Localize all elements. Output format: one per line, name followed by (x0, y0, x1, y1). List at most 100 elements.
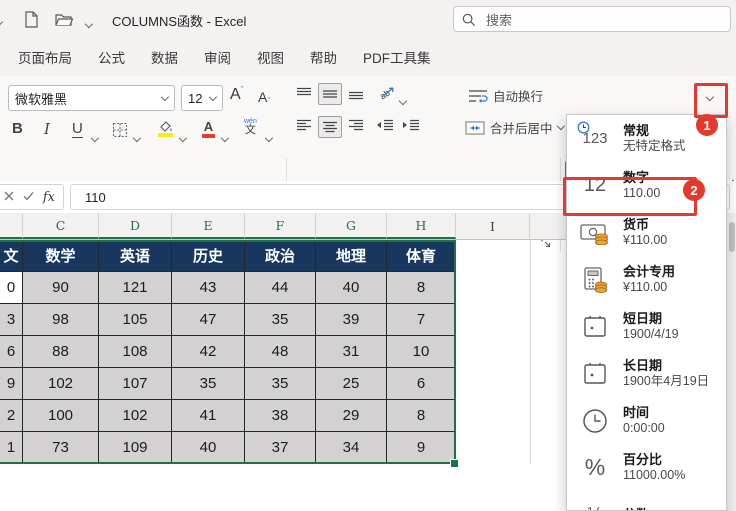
table-cell[interactable]: 35 (245, 304, 316, 336)
borders-dropdown-icon[interactable] (132, 128, 141, 146)
scrollbar-thumb[interactable] (728, 222, 735, 252)
table-cell[interactable]: 107 (99, 368, 172, 400)
table-cell[interactable]: 48 (245, 336, 316, 368)
column-header-D[interactable]: D (99, 213, 172, 239)
table-header-cell[interactable]: 地理 (316, 240, 387, 272)
table-cell[interactable]: 108 (99, 336, 172, 368)
tab-0[interactable]: 页面布局 (18, 47, 72, 67)
increase-indent-button[interactable] (402, 119, 420, 132)
increase-font-size-button[interactable]: Aˆ (230, 85, 244, 104)
phonetic-guide-button[interactable]: wén 文 (244, 118, 257, 136)
table-cell[interactable]: 102 (99, 400, 172, 432)
align-left-button[interactable] (296, 119, 312, 132)
table-cell[interactable]: 102 (23, 368, 99, 400)
align-center-button[interactable] (318, 116, 342, 138)
table-cell[interactable]: 38 (245, 400, 316, 432)
table-cell[interactable]: 8 (387, 400, 456, 432)
number-format-dropdown-icon[interactable] (700, 88, 720, 108)
font-color-button[interactable]: A (202, 120, 215, 138)
insert-function-icon[interactable]: fx (43, 190, 55, 205)
column-header-H[interactable]: H (387, 213, 456, 239)
table-cell[interactable]: 98 (23, 304, 99, 336)
table-cell[interactable]: 47 (172, 304, 245, 336)
table-cell[interactable]: 109 (99, 432, 172, 464)
font-name-combo[interactable]: 微软雅黑 (8, 85, 175, 111)
active-cell[interactable]: 0 (0, 272, 23, 304)
search-input[interactable]: 搜索 (453, 6, 731, 32)
table-cell[interactable]: 9 (0, 368, 23, 400)
font-color-dropdown-icon[interactable] (220, 128, 229, 146)
table-header-cell[interactable]: 文 (0, 240, 23, 272)
format-menu-item-3[interactable]: 会计专用 ¥110.00 (567, 256, 726, 303)
table-header-cell[interactable]: 英语 (99, 240, 172, 272)
underline-dropdown-icon[interactable] (90, 128, 99, 146)
new-file-icon[interactable] (22, 10, 40, 28)
underline-button[interactable]: U (72, 120, 83, 138)
table-cell[interactable]: 31 (316, 336, 387, 368)
format-menu-item-4[interactable]: 短日期 1900/4/19 (567, 303, 726, 350)
font-size-combo[interactable]: 12 (181, 85, 223, 111)
tab-1[interactable]: 公式 (98, 47, 125, 67)
phonetic-dropdown-icon[interactable] (264, 128, 273, 146)
table-cell[interactable]: 40 (316, 272, 387, 304)
orientation-dropdown-icon[interactable] (398, 91, 407, 109)
italic-button[interactable]: I (44, 120, 50, 138)
borders-button[interactable] (112, 122, 128, 138)
fill-handle[interactable] (450, 459, 459, 468)
enter-icon[interactable] (23, 188, 34, 206)
table-cell[interactable]: 6 (387, 368, 456, 400)
wrap-text-button[interactable]: 自动换行 (468, 86, 543, 105)
table-header-cell[interactable]: 政治 (245, 240, 316, 272)
merge-center-button[interactable]: 合并后居中 (465, 118, 565, 137)
table-cell[interactable]: 7 (387, 304, 456, 336)
table-cell[interactable]: 29 (316, 400, 387, 432)
format-menu-item-5[interactable]: 长日期 1900年4月19日 (567, 350, 726, 397)
format-menu-item-1[interactable]: 12 数字 110.00 (567, 162, 726, 209)
table-cell[interactable]: 2 (0, 400, 23, 432)
table-cell[interactable]: 35 (172, 368, 245, 400)
table-cell[interactable]: 39 (316, 304, 387, 336)
table-cell[interactable]: 37 (245, 432, 316, 464)
table-cell[interactable]: 121 (99, 272, 172, 304)
decrease-indent-button[interactable] (376, 119, 394, 132)
column-header-F[interactable]: F (245, 213, 316, 239)
table-cell[interactable]: 6 (0, 336, 23, 368)
table-cell[interactable]: 105 (99, 304, 172, 336)
table-cell[interactable]: 35 (245, 368, 316, 400)
table-cell[interactable]: 42 (172, 336, 245, 368)
qat-dropdown-icon[interactable] (84, 14, 93, 32)
cancel-icon[interactable] (4, 188, 14, 206)
table-cell[interactable]: 10 (387, 336, 456, 368)
fill-color-button[interactable] (158, 120, 173, 137)
open-folder-icon[interactable] (55, 10, 73, 28)
table-cell[interactable]: 40 (172, 432, 245, 464)
table-header-cell[interactable]: 数学 (23, 240, 99, 272)
table-cell[interactable]: 100 (23, 400, 99, 432)
align-top-button[interactable] (296, 87, 312, 100)
merge-center-dropdown-icon[interactable] (556, 121, 565, 131)
table-header-cell[interactable]: 历史 (172, 240, 245, 272)
format-menu-item-8[interactable]: ½ 分数 (567, 491, 726, 510)
table-cell[interactable]: 43 (172, 272, 245, 304)
tab-4[interactable]: 视图 (257, 47, 284, 67)
column-header-C[interactable]: C (23, 213, 99, 239)
tab-2[interactable]: 数据 (151, 47, 178, 67)
column-header-I[interactable]: I (456, 213, 530, 239)
table-cell[interactable]: 44 (245, 272, 316, 304)
format-menu-item-6[interactable]: 时间 0:00:00 (567, 397, 726, 444)
fill-color-dropdown-icon[interactable] (178, 128, 187, 146)
table-cell[interactable]: 9 (387, 432, 456, 464)
table-cell[interactable]: 25 (316, 368, 387, 400)
vertical-scrollbar[interactable] (727, 216, 736, 511)
align-bottom-button[interactable] (348, 87, 364, 100)
table-cell[interactable]: 73 (23, 432, 99, 464)
table-header-cell[interactable]: 体育 (387, 240, 456, 272)
table-cell[interactable]: 90 (23, 272, 99, 304)
bold-button[interactable]: B (12, 120, 23, 137)
table-cell[interactable]: 8 (387, 272, 456, 304)
table-cell[interactable]: 1 (0, 432, 23, 464)
align-middle-button[interactable] (318, 83, 342, 105)
format-menu-item-7[interactable]: % 百分比 11000.00% (567, 444, 726, 491)
tab-3[interactable]: 审阅 (204, 47, 231, 67)
table-cell[interactable]: 34 (316, 432, 387, 464)
